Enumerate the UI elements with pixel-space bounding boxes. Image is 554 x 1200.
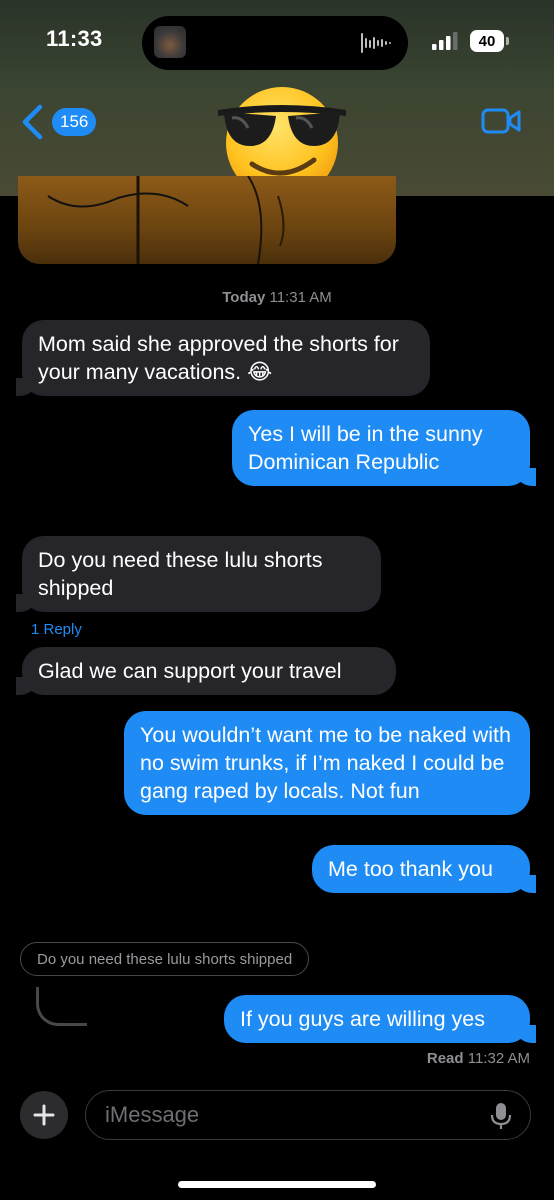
message-text: Do you need these lulu shorts shipped bbox=[38, 548, 323, 600]
message-text: Glad we can support your travel bbox=[38, 659, 342, 683]
reply-connector bbox=[36, 987, 87, 1026]
image-attachment-content bbox=[47, 176, 285, 264]
add-attachment-button[interactable] bbox=[20, 1091, 68, 1139]
message-text: Me too thank you bbox=[328, 857, 493, 881]
message-text: Mom said she approved the shorts for you… bbox=[38, 332, 399, 384]
message-sent[interactable]: Me too thank you bbox=[312, 845, 536, 893]
unread-count-badge[interactable]: 156 bbox=[52, 108, 97, 136]
plus-icon bbox=[33, 1104, 55, 1126]
quoted-reply-pill[interactable]: Do you need these lulu shorts shipped bbox=[20, 942, 310, 976]
message-text: You wouldn’t want me to be naked with no… bbox=[140, 723, 511, 803]
home-indicator[interactable] bbox=[178, 1181, 376, 1188]
quoted-reply-text: Do you need these lulu shorts shipped bbox=[37, 950, 293, 968]
cellular-signal-icon bbox=[432, 32, 458, 50]
message-text: Yes I will be in the sunny Dominican Rep… bbox=[248, 422, 483, 474]
read-time: 11:32 AM bbox=[467, 1050, 530, 1067]
message-sent[interactable]: If you guys are willing yes bbox=[224, 995, 536, 1043]
back-chevron-icon[interactable] bbox=[20, 104, 44, 140]
battery-icon: 40 bbox=[470, 30, 504, 52]
message-sent[interactable]: Yes I will be in the sunny Dominican Rep… bbox=[232, 410, 536, 486]
battery-tip bbox=[506, 37, 509, 45]
timestamp-day: Today bbox=[222, 289, 266, 306]
audio-waveform-icon bbox=[361, 33, 391, 53]
status-time: 11:33 bbox=[46, 26, 103, 51]
timestamp-time: 11:31 AM bbox=[269, 289, 332, 306]
imessage-placeholder: iMessage bbox=[105, 1102, 200, 1127]
read-receipt: Read 11:32 AM bbox=[427, 1050, 530, 1067]
image-attachment[interactable] bbox=[18, 176, 396, 264]
video-call-icon[interactable] bbox=[481, 108, 521, 134]
message-received[interactable]: Do you need these lulu shorts shipped bbox=[16, 536, 381, 612]
message-sent[interactable]: You wouldn’t want me to be naked with no… bbox=[124, 711, 530, 815]
message-text: If you guys are willing yes bbox=[240, 1007, 485, 1031]
thread-reply-link[interactable]: 1 Reply bbox=[31, 621, 82, 638]
now-playing-artwork bbox=[154, 26, 186, 58]
read-label: Read bbox=[426, 1050, 464, 1067]
microphone-icon[interactable] bbox=[490, 1102, 512, 1130]
message-received[interactable]: Mom said she approved the shorts for you… bbox=[16, 320, 430, 396]
conversation-timestamp: Today 11:31 AM bbox=[0, 289, 554, 306]
message-received[interactable]: Glad we can support your travel bbox=[16, 647, 396, 695]
